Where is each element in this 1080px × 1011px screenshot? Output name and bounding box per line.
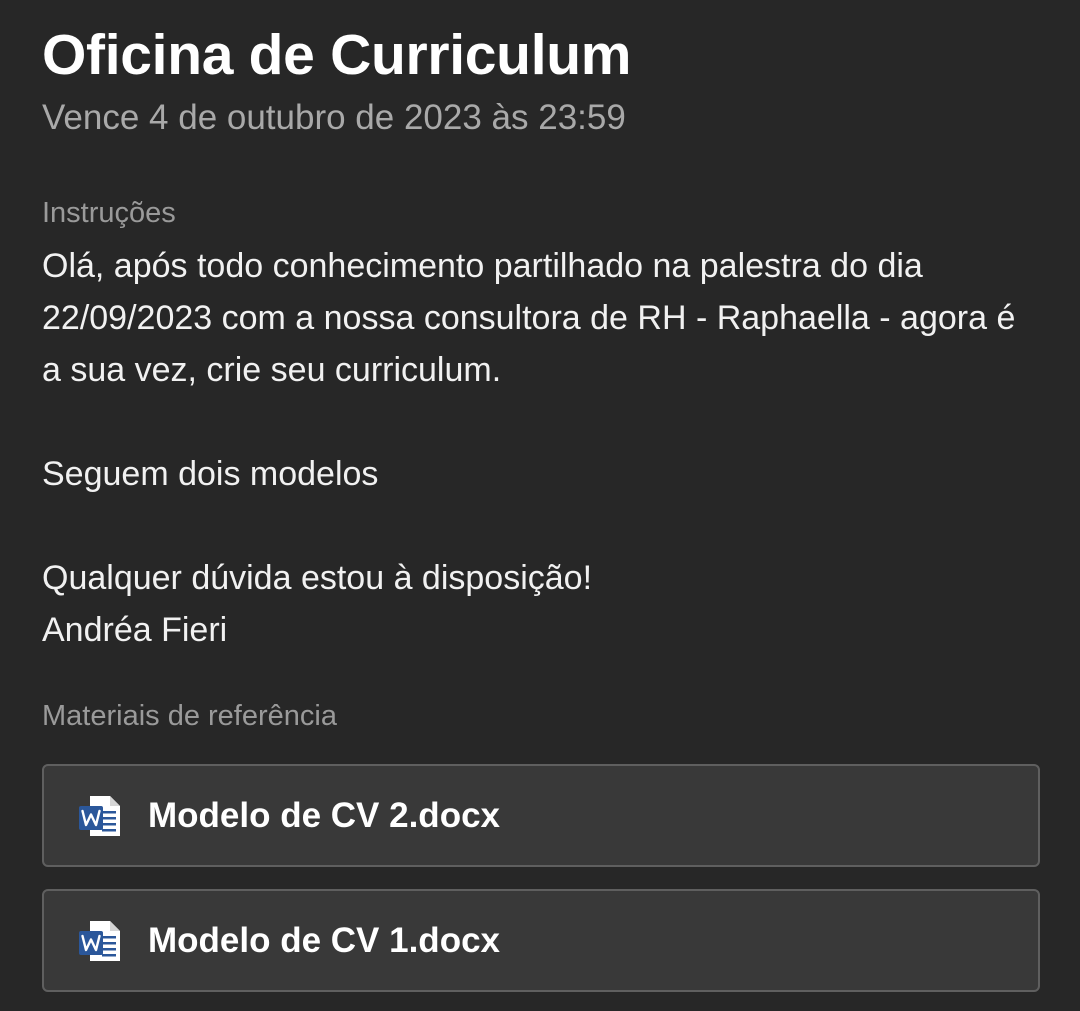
instructions-body: Olá, após todo conhecimento partilhado n… <box>42 240 1022 656</box>
attachment-name: Modelo de CV 1.docx <box>148 920 500 960</box>
instructions-paragraph: Olá, após todo conhecimento partilhado n… <box>42 247 1016 389</box>
instructions-signature: Andréa Fieri <box>42 611 228 649</box>
attachment-card[interactable]: Modelo de CV 2.docx <box>42 764 1040 867</box>
assignment-title: Oficina de Curriculum <box>42 23 632 87</box>
assignment-page: Oficina de Curriculum Vence 4 de outubro… <box>0 0 1080 1011</box>
instructions-paragraph: Seguem dois modelos <box>42 455 379 493</box>
word-document-icon <box>79 920 120 961</box>
instructions-label: Instruções <box>42 197 176 229</box>
word-document-icon <box>79 795 120 836</box>
instructions-paragraph: Qualquer dúvida estou à disposição! <box>42 559 593 597</box>
materials-label: Materiais de referência <box>42 700 337 732</box>
attachment-card[interactable]: Modelo de CV 1.docx <box>42 889 1040 992</box>
attachment-name: Modelo de CV 2.docx <box>148 795 500 835</box>
due-date: Vence 4 de outubro de 2023 às 23:59 <box>42 98 626 137</box>
